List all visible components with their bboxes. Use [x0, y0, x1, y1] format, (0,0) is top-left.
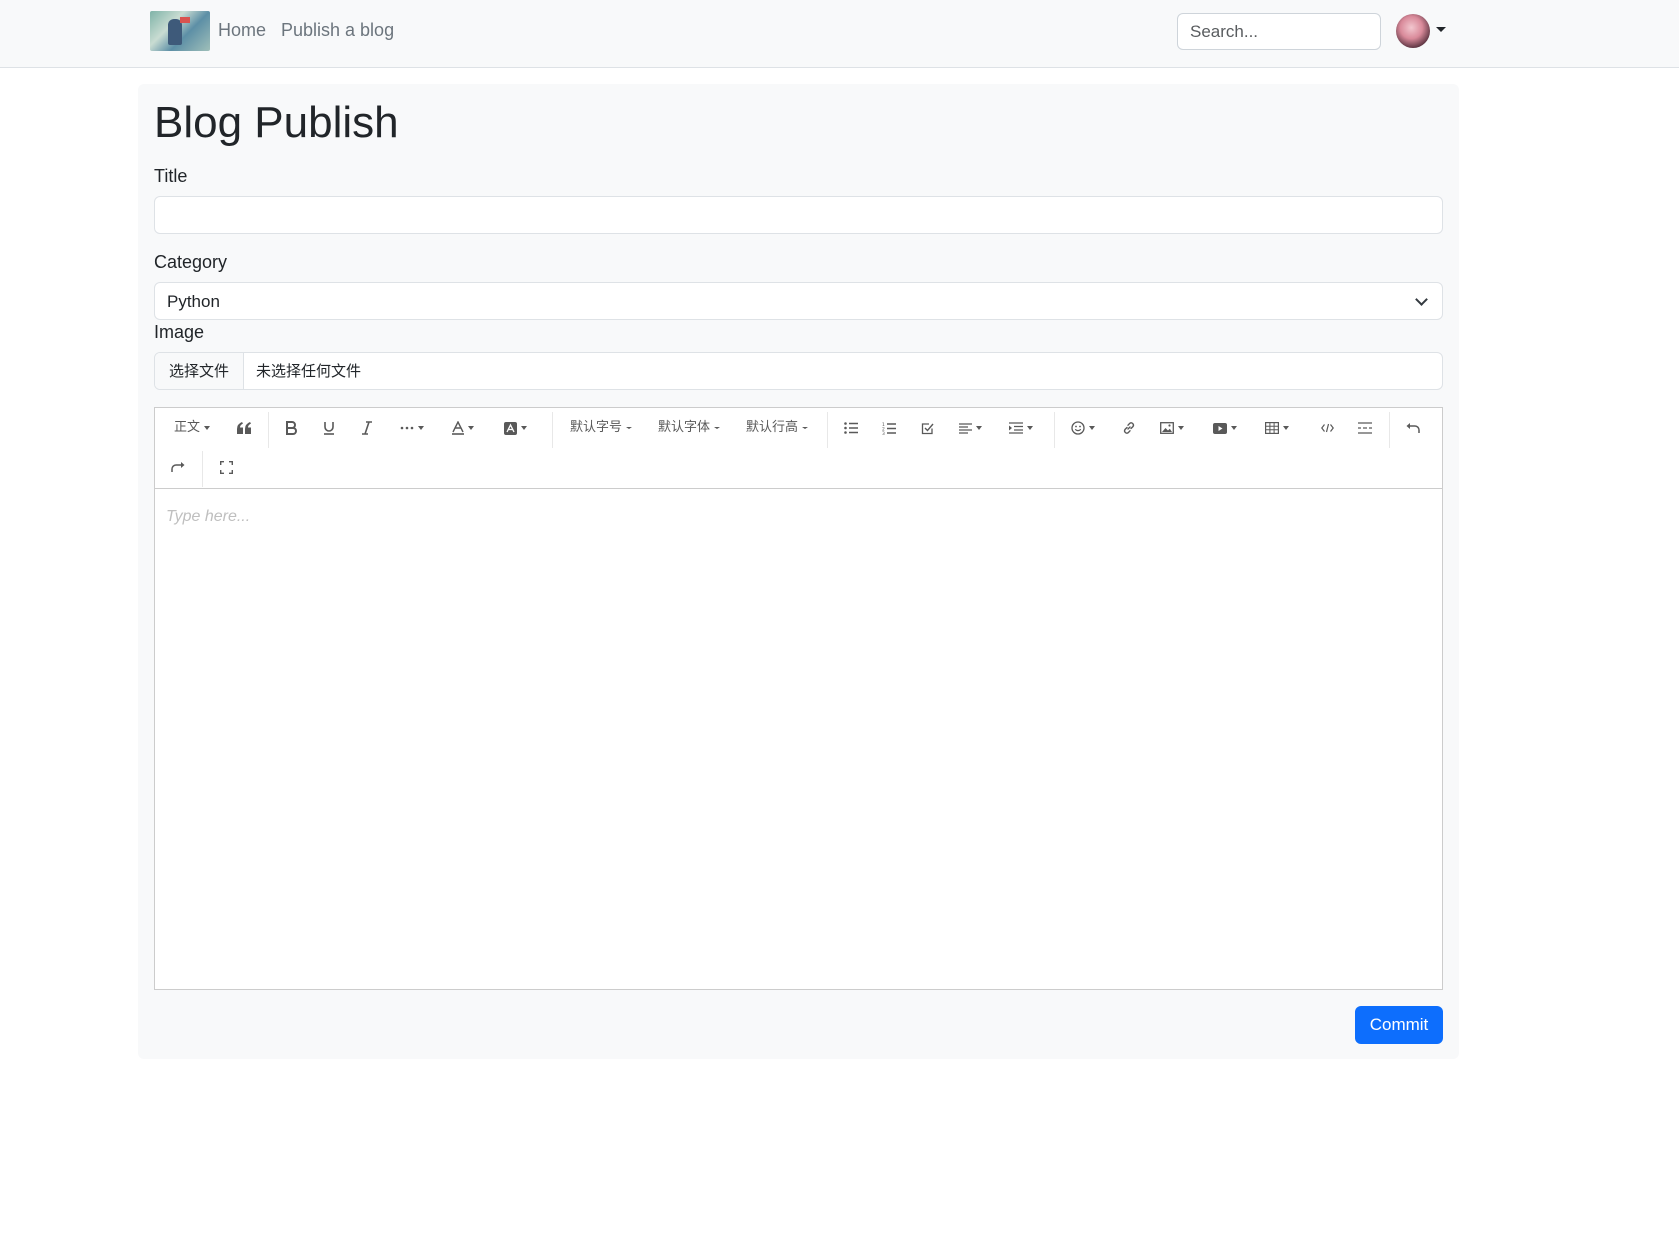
image-label: Image: [154, 322, 205, 342]
page-title: Blog Publish: [154, 98, 399, 147]
numbered-list-icon: 123: [882, 422, 896, 435]
fullscreen-icon: [219, 460, 233, 474]
search-input[interactable]: [1177, 13, 1381, 50]
bg-color-icon: [503, 421, 517, 435]
caret-down-icon: [1231, 426, 1237, 430]
toolbar-divider: [827, 412, 828, 448]
underline-button[interactable]: [314, 413, 344, 443]
caret-down-icon: [626, 427, 632, 429]
caret-down-icon[interactable]: [1436, 27, 1446, 32]
emotion-button[interactable]: [1063, 413, 1103, 443]
code-icon: [1320, 423, 1334, 433]
code-block-button[interactable]: [1312, 413, 1342, 443]
category-select[interactable]: Python: [154, 282, 1443, 320]
header-select-label: 正文: [173, 420, 200, 435]
font-family-label: 默认字体: [657, 420, 710, 435]
image-button[interactable]: [1152, 413, 1192, 443]
svg-text:3: 3: [882, 431, 885, 435]
line-height-select[interactable]: 默认行高: [737, 413, 817, 443]
video-icon: [1213, 422, 1227, 434]
font-color-icon: [452, 421, 464, 435]
quote-icon: [237, 422, 251, 434]
bulleted-list-button[interactable]: [836, 413, 866, 443]
table-button[interactable]: [1257, 413, 1297, 443]
image-file-input[interactable]: 选择文件 未选择任何文件: [154, 352, 1443, 390]
undo-icon: [1406, 423, 1420, 433]
video-button[interactable]: [1205, 413, 1245, 443]
italic-icon: [362, 421, 372, 435]
undo-button[interactable]: [1398, 413, 1428, 443]
emoji-icon: [1071, 421, 1085, 435]
toolbar-divider: [1054, 412, 1055, 448]
underline-icon: [324, 422, 334, 435]
blockquote-button[interactable]: [229, 413, 259, 443]
indent-icon: [1009, 422, 1023, 434]
fullscreen-button[interactable]: [211, 452, 241, 482]
header-select-button[interactable]: 正文: [167, 413, 217, 443]
caret-down-icon: [975, 426, 982, 430]
publish-panel: Blog Publish Title Category Python Image…: [138, 84, 1459, 1059]
caret-down-icon: [1283, 426, 1289, 430]
bg-color-button[interactable]: [495, 413, 535, 443]
caret-down-icon: [204, 426, 210, 430]
caret-down-icon: [802, 427, 808, 429]
toolbar-divider: [1389, 412, 1390, 448]
redo-button[interactable]: [163, 452, 193, 482]
caret-down-icon: [1089, 426, 1095, 430]
justify-button[interactable]: [950, 413, 990, 443]
image-icon: [1160, 422, 1174, 434]
todo-button[interactable]: [912, 413, 942, 443]
more-icon: [400, 426, 414, 430]
toolbar-divider: [202, 451, 203, 487]
editor-placeholder[interactable]: Type here...: [166, 508, 250, 526]
caret-down-icon: [418, 426, 424, 430]
font-family-select[interactable]: 默认字体: [649, 413, 729, 443]
user-avatar[interactable]: [1396, 14, 1430, 48]
title-label: Title: [154, 166, 188, 186]
line-height-label: 默认行高: [745, 420, 798, 435]
chevron-down-icon: [1415, 293, 1428, 306]
font-size-label: 默认字号: [569, 420, 622, 435]
brand-logo[interactable]: [150, 11, 210, 51]
caret-down-icon: [468, 426, 474, 430]
redo-icon: [171, 462, 185, 472]
checkbox-icon: [921, 422, 934, 434]
category-selected-value: Python: [167, 292, 220, 311]
indent-button[interactable]: [1001, 413, 1041, 443]
divider-button[interactable]: [1350, 413, 1380, 443]
logo-flag: [180, 17, 190, 23]
caret-down-icon: [1178, 426, 1184, 430]
file-status-text: 未选择任何文件: [256, 362, 362, 380]
align-left-icon: [958, 422, 972, 434]
navbar: Home Publish a blog: [0, 0, 1679, 68]
nav-home-link[interactable]: Home: [218, 20, 266, 41]
toolbar-divider: [268, 412, 269, 448]
more-style-button[interactable]: [392, 413, 432, 443]
numbered-list-button[interactable]: 123: [874, 413, 904, 443]
commit-button[interactable]: Commit: [1355, 1006, 1443, 1044]
table-icon: [1265, 422, 1279, 434]
font-color-button[interactable]: [443, 413, 483, 443]
title-input[interactable]: [154, 196, 1443, 234]
toolbar-divider: [552, 412, 553, 448]
link-button[interactable]: [1114, 413, 1144, 443]
category-label: Category: [154, 252, 228, 272]
font-size-select[interactable]: 默认字号: [561, 413, 641, 443]
editor-toolbar: 正文 默认字号 默认字体 默认行高 1 2 3: [155, 408, 1442, 489]
caret-down-icon: [714, 427, 720, 429]
caret-down-icon: [1027, 426, 1033, 430]
link-icon: [1123, 422, 1135, 434]
bulleted-list-icon: [844, 422, 858, 434]
bold-icon: [285, 421, 297, 435]
rich-text-editor: 正文 默认字号 默认字体 默认行高 1 2 3 Type here...: [154, 407, 1443, 990]
bold-button[interactable]: [276, 413, 306, 443]
horizontal-rule-icon: [1358, 422, 1372, 434]
choose-file-button[interactable]: 选择文件: [155, 353, 244, 389]
nav-publish-link[interactable]: Publish a blog: [281, 20, 394, 41]
italic-button[interactable]: [352, 413, 382, 443]
caret-down-icon: [520, 426, 527, 430]
